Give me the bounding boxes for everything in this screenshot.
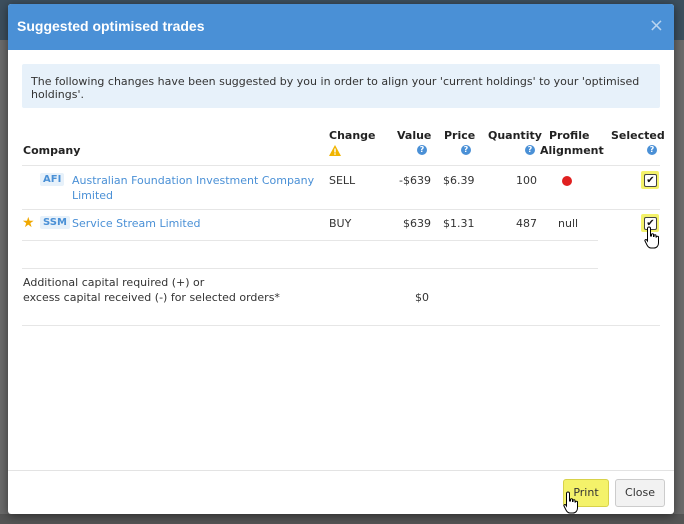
background-app-bottom [0, 514, 684, 524]
price-cell: $6.39 [443, 174, 475, 187]
header-selected: Selected [611, 129, 665, 142]
value-help-icon[interactable]: ? [417, 145, 427, 155]
change-cell: SELL [329, 174, 356, 187]
quantity-cell: 100 [516, 174, 537, 187]
modal-title: Suggested optimised trades [17, 18, 205, 34]
info-message-text: The following changes have been suggeste… [31, 75, 640, 101]
ticker-badge: SSM [40, 216, 70, 229]
price-cell: $1.31 [443, 217, 475, 230]
company-link[interactable]: Australian Foundation Investment Company [72, 174, 314, 187]
row-divider [22, 209, 660, 210]
header-value: Value [397, 129, 432, 142]
suggested-trades-modal: Suggested optimised trades × The followi… [8, 4, 674, 514]
capital-label: Additional capital required (+) or [23, 276, 205, 289]
info-message-box: The following changes have been suggeste… [22, 64, 660, 108]
header-profile: Profile [549, 129, 590, 142]
close-button[interactable]: Close [615, 479, 665, 507]
footer-divider [8, 470, 674, 471]
ticker-badge: AFI [40, 173, 65, 186]
close-icon[interactable]: × [649, 15, 664, 36]
selected-help-icon[interactable]: ? [647, 145, 657, 155]
quantity-help-icon[interactable]: ? [525, 145, 535, 155]
selected-checkbox[interactable]: ✔ [644, 174, 657, 187]
hand-cursor-icon [644, 226, 659, 249]
header-alignment: Alignment [540, 144, 604, 157]
company-link[interactable]: Service Stream Limited [72, 217, 200, 230]
star-icon: ★ [22, 215, 35, 231]
header-change: Change [329, 129, 376, 142]
selected-checkbox-highlight[interactable]: ✔ [641, 171, 659, 189]
warning-icon [329, 145, 341, 156]
capital-value: $0 [415, 291, 429, 304]
change-cell: BUY [329, 217, 352, 230]
alignment-status-dot [562, 176, 572, 186]
table-bottom-divider [22, 325, 660, 326]
value-cell: -$639 [399, 174, 431, 187]
price-help-icon[interactable]: ? [461, 145, 471, 155]
capital-label-continued: excess capital received (-) for selected… [23, 291, 280, 304]
background-app-right [674, 40, 684, 524]
header-company: Company [23, 144, 81, 157]
company-link-continued[interactable]: Limited [72, 189, 113, 202]
row-divider [22, 240, 598, 241]
value-cell: $639 [403, 217, 431, 230]
header-price: Price [444, 129, 476, 142]
quantity-cell: 487 [516, 217, 537, 230]
row-divider [22, 268, 598, 269]
modal-header: Suggested optimised trades × [8, 4, 674, 50]
header-divider [22, 165, 660, 166]
alignment-cell: null [558, 217, 579, 230]
header-quantity: Quantity [488, 129, 542, 142]
hand-cursor-icon [563, 491, 578, 514]
